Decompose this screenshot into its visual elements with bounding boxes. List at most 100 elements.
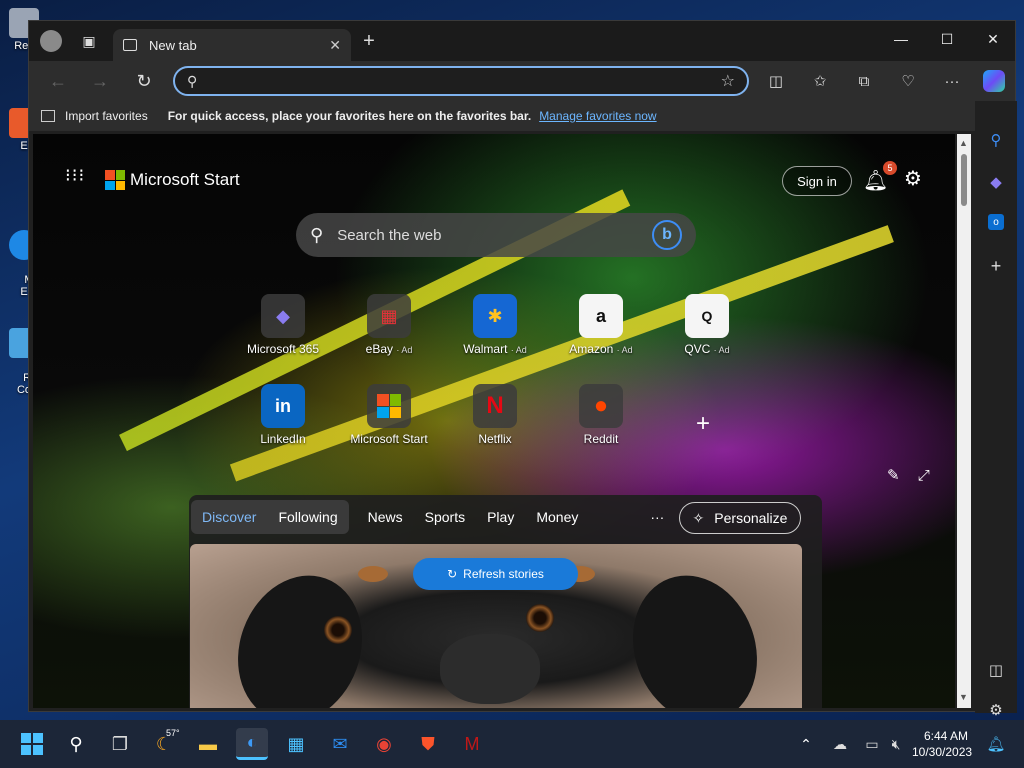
quicklink-label: eBay — [365, 342, 393, 356]
outlook-icon: o — [988, 214, 1004, 230]
onedrive-button[interactable]: ☁ — [824, 728, 856, 760]
maximize-button[interactable]: ☐ — [927, 25, 967, 53]
microsoft-365-icon: ◆ — [261, 294, 305, 338]
file-explorer-button[interactable]: ▬ — [192, 728, 224, 760]
start-button[interactable] — [16, 728, 48, 760]
quicklink-ebay[interactable]: ▦ eBay · Ad — [341, 294, 437, 356]
quicklink-microsoft-start[interactable]: Microsoft Start — [341, 384, 437, 446]
taskbar-search-button[interactable]: ⚲ — [60, 728, 92, 760]
sign-in-button[interactable]: Sign in — [782, 166, 852, 196]
new-tab-button[interactable]: + — [355, 29, 383, 53]
story-image[interactable]: ↻ Refresh stories — [190, 544, 802, 708]
quicklink-reddit[interactable]: ● Reddit — [553, 384, 649, 446]
mail-button[interactable]: ✉ — [324, 728, 356, 760]
scrollbar-thumb[interactable] — [961, 154, 967, 206]
tab-discover[interactable]: Discover — [191, 500, 267, 534]
brave-button[interactable]: ⛊ — [412, 728, 444, 760]
task-view-button[interactable]: ❐ — [104, 728, 136, 760]
refresh-icon: ↻ — [447, 567, 458, 581]
edge-sidebar: ⚲ ◆ o + ◫ ⚙ — [975, 101, 1017, 719]
refresh-stories-button[interactable]: ↻ Refresh stories — [413, 558, 578, 590]
mcafee-button[interactable]: M — [456, 728, 488, 760]
chrome-button[interactable]: ◉ — [368, 728, 400, 760]
minimize-button[interactable]: — — [881, 25, 921, 53]
tab-close-icon[interactable]: ✕ — [329, 37, 341, 54]
collections-button[interactable]: ⧉ — [851, 69, 877, 93]
arrow-right-icon: → — [91, 70, 109, 91]
more-tabs-button[interactable]: ··· — [639, 500, 675, 534]
sidebar-search-button[interactable]: ⚲ — [983, 127, 1009, 153]
quicklink-netflix[interactable]: N Netflix — [447, 384, 543, 446]
amazon-icon: a — [579, 294, 623, 338]
search-icon: ⚲ — [310, 224, 324, 245]
store-button[interactable]: ▦ — [280, 728, 312, 760]
story-image-detail — [358, 566, 388, 582]
show-hidden-icons-button[interactable]: ⌃ — [790, 728, 822, 760]
quicklink-linkedin[interactable]: in LinkedIn — [235, 384, 331, 446]
manage-favorites-link[interactable]: Manage favorites now — [539, 109, 656, 123]
notification-center-button[interactable]: 🔔︎ — [980, 728, 1012, 760]
sidebar-hide-button[interactable]: ◫ — [983, 657, 1009, 683]
favorites-button[interactable]: ✩ — [807, 69, 833, 93]
copilot-button[interactable] — [981, 69, 1007, 93]
tab-title: New tab — [149, 37, 197, 53]
browser-essentials-button[interactable]: ♡ — [895, 69, 921, 93]
page-settings-gear-icon[interactable]: ⚙ — [904, 166, 922, 191]
news-feed: Discover Following News Sports Play Mone… — [189, 495, 822, 708]
clock[interactable]: 6:44 AM 10/30/2023 — [912, 728, 972, 760]
chevron-up-icon: ⌃ — [800, 735, 812, 752]
tab-actions-button[interactable]: ▣ — [75, 29, 103, 53]
personalize-button[interactable]: ✧ Personalize — [679, 502, 801, 534]
sidebar-outlook-button[interactable]: o — [983, 209, 1009, 235]
quicklink-label: Reddit — [583, 432, 619, 446]
address-input[interactable] — [207, 73, 721, 89]
sidebar-panel-icon: ◫ — [988, 662, 1004, 679]
sidebar-add-button[interactable]: + — [983, 253, 1009, 279]
profile-button[interactable] — [37, 29, 65, 53]
quicklink-microsoft-365[interactable]: ◆ Microsoft 365 — [235, 294, 331, 356]
tab-new-tab[interactable]: New tab ✕ — [113, 29, 351, 61]
favorites-bar-hint: For quick access, place your favorites h… — [167, 109, 532, 123]
web-search-input[interactable] — [337, 226, 652, 244]
add-favorite-icon[interactable]: ☆ — [721, 71, 735, 91]
refresh-button[interactable]: ↻ — [129, 67, 159, 95]
walmart-icon: ✱ — [473, 294, 517, 338]
microsoft-start-title[interactable]: Microsoft Start — [130, 170, 240, 190]
tab-news[interactable]: News — [357, 500, 414, 534]
scroll-down-icon[interactable]: ▼ — [959, 692, 968, 702]
settings-more-button[interactable]: ··· — [939, 69, 965, 93]
volume-button[interactable]: 🔇︎ — [880, 728, 912, 760]
close-button[interactable]: ✕ — [973, 25, 1013, 53]
forward-button[interactable]: → — [85, 67, 115, 95]
edge-taskbar-button[interactable]: ◐ — [236, 728, 268, 760]
title-bar: ▣ New tab ✕ + — ☐ ✕ — [29, 21, 1015, 61]
mcafee-icon: M — [464, 733, 480, 754]
task-view-icon: ❐ — [111, 733, 129, 754]
tab-following[interactable]: Following — [267, 500, 348, 534]
weather-temperature: 57° — [166, 728, 180, 738]
story-image-detail — [440, 634, 540, 704]
quicklink-label: Microsoft Start — [350, 432, 428, 446]
expand-icon[interactable]: ⤢ — [918, 467, 930, 484]
quicklink-amazon[interactable]: a Amazon · Ad — [553, 294, 649, 356]
sidebar-m365-button[interactable]: ◆ — [983, 169, 1009, 195]
split-screen-button[interactable]: ◫ — [763, 69, 789, 93]
browser-window: ▣ New tab ✕ + — ☐ ✕ ← → ↻ ⚲ ☆ ◫ ✩ ⧉ ♡ ··… — [28, 20, 1017, 719]
add-shortcut-button[interactable]: + — [696, 410, 710, 438]
back-button[interactable]: ← — [43, 67, 73, 95]
address-bar[interactable]: ⚲ ☆ — [173, 66, 749, 96]
tab-play[interactable]: Play — [476, 500, 525, 534]
scroll-up-icon[interactable]: ▲ — [959, 138, 968, 148]
tab-money[interactable]: Money — [525, 500, 589, 534]
bing-chat-icon[interactable]: b — [652, 220, 682, 250]
page-scrollbar[interactable]: ▲ ▼ — [957, 134, 971, 708]
edit-background-icon[interactable]: ✎ — [887, 467, 900, 484]
web-search-box[interactable]: ⚲ b — [296, 213, 696, 257]
tab-sports[interactable]: Sports — [414, 500, 476, 534]
search-icon: ⚲ — [69, 733, 83, 754]
import-favorites-button[interactable]: Import favorites — [41, 109, 148, 123]
quicklink-walmart[interactable]: ✱ Walmart · Ad — [447, 294, 543, 356]
quicklink-qvc[interactable]: Q QVC · Ad — [659, 294, 755, 356]
apps-launcher-icon[interactable]: ⁝⁝⁝ — [65, 166, 85, 184]
new-tab-favicon-icon — [123, 39, 137, 51]
